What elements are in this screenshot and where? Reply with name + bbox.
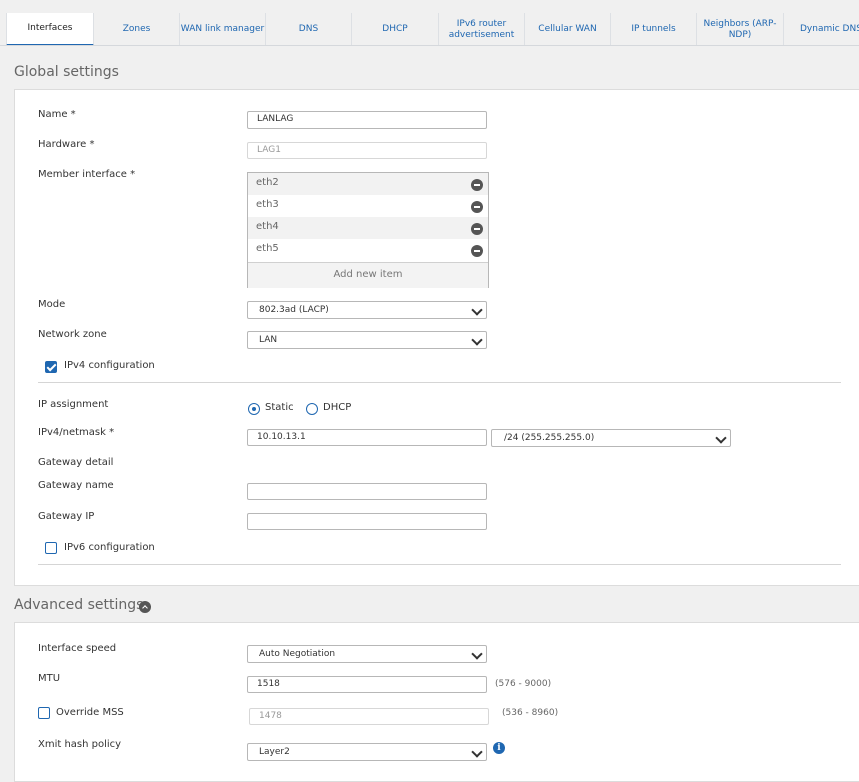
tab-interfaces[interactable]: Interfaces (6, 13, 94, 46)
override-mss-label: Override MSS (56, 707, 124, 718)
chevron-down-icon (471, 746, 483, 758)
mtu-label: MTU (38, 673, 61, 684)
tab-dhcp[interactable]: DHCP (352, 13, 439, 46)
advanced-settings-title: Advanced settings (14, 597, 144, 613)
chevron-down-icon (715, 432, 727, 444)
tab-divider (0, 45, 859, 46)
remove-icon[interactable] (471, 179, 483, 191)
mss-range-hint: (536 - 8960) (502, 708, 559, 718)
mode-select[interactable]: 802.3ad (LACP) (247, 301, 487, 319)
gateway-name-label: Gateway name (38, 480, 114, 491)
member-item: eth2 (248, 173, 488, 195)
netmask-value: /24 (255.255.255.0) (504, 433, 595, 443)
gateway-ip-input[interactable] (247, 513, 487, 530)
divider (38, 382, 841, 383)
name-label: Name * (38, 109, 76, 120)
chevron-down-icon (471, 648, 483, 660)
network-zone-label: Network zone (38, 329, 107, 340)
network-zone-value: LAN (259, 335, 278, 345)
member-item: eth5 (248, 239, 488, 261)
interface-speed-select[interactable]: Auto Negotiation (247, 645, 487, 663)
add-new-item-button[interactable]: Add new item (248, 262, 488, 288)
ipv4-address-input[interactable]: 10.10.13.1 (247, 429, 487, 446)
member-interface-label: Member interface * (38, 169, 136, 180)
dhcp-radio[interactable] (306, 403, 318, 415)
divider (38, 564, 841, 565)
global-settings-title: Global settings (14, 64, 119, 80)
gateway-ip-label: Gateway IP (38, 511, 95, 522)
xmit-hash-policy-select[interactable]: Layer2 (247, 743, 487, 761)
override-mss-checkbox[interactable] (38, 707, 50, 719)
static-radio[interactable] (248, 403, 260, 415)
ipv4-netmask-label: IPv4/netmask * (38, 427, 115, 438)
tab-ip-tunnels[interactable]: IP tunnels (611, 13, 697, 46)
ip-assignment-label: IP assignment (38, 399, 109, 410)
member-item: eth3 (248, 195, 488, 217)
ipv6-config-label: IPv6 configuration (64, 542, 155, 553)
chevron-down-icon (471, 334, 483, 346)
chevron-down-icon (471, 304, 483, 316)
tab-dns[interactable]: DNS (266, 13, 352, 46)
mode-label: Mode (38, 299, 66, 310)
mss-input: 1478 (249, 708, 489, 725)
member-interface-list: eth2 eth3 eth4 eth5 Add new item (247, 172, 489, 288)
gateway-detail-label: Gateway detail (38, 457, 114, 468)
mode-value: 802.3ad (LACP) (259, 305, 329, 315)
tab-ipv6-router-advertisement[interactable]: IPv6 router advertisement (439, 13, 525, 46)
member-name: eth4 (256, 221, 279, 232)
tab-cellular-wan[interactable]: Cellular WAN (525, 13, 611, 46)
tab-bar: Interfaces Zones WAN link manager DNS DH… (0, 0, 859, 46)
xmit-hash-policy-value: Layer2 (259, 747, 290, 757)
tab-dynamic-dns[interactable]: Dynamic DNS (784, 13, 859, 46)
mtu-range-hint: (576 - 9000) (495, 679, 552, 689)
interface-speed-label: Interface speed (38, 643, 117, 654)
member-name: eth3 (256, 199, 279, 210)
member-item: eth4 (248, 217, 488, 239)
collapse-icon[interactable] (139, 601, 151, 613)
ipv4-config-checkbox[interactable] (45, 361, 57, 373)
mtu-input[interactable]: 1518 (247, 676, 487, 693)
dhcp-label: DHCP (323, 402, 352, 413)
name-input[interactable]: LANLAG (247, 111, 487, 129)
hardware-input: LAG1 (247, 142, 487, 159)
ipv4-config-label: IPv4 configuration (64, 360, 155, 371)
member-name: eth5 (256, 243, 279, 254)
info-icon[interactable]: i (493, 742, 505, 754)
tab-zones[interactable]: Zones (94, 13, 180, 46)
remove-icon[interactable] (471, 245, 483, 257)
xmit-hash-policy-label: Xmit hash policy (38, 739, 122, 750)
interface-speed-value: Auto Negotiation (259, 649, 336, 659)
gateway-name-input[interactable] (247, 483, 487, 500)
member-name: eth2 (256, 177, 279, 188)
netmask-select[interactable]: /24 (255.255.255.0) (491, 429, 731, 447)
tab-wan-link-manager[interactable]: WAN link manager (180, 13, 266, 46)
remove-icon[interactable] (471, 223, 483, 235)
ipv6-config-checkbox[interactable] (45, 542, 57, 554)
remove-icon[interactable] (471, 201, 483, 213)
tab-neighbors[interactable]: Neighbors (ARP-NDP) (697, 13, 784, 46)
hardware-label: Hardware * (38, 139, 95, 150)
static-label: Static (265, 402, 294, 413)
network-zone-select[interactable]: LAN (247, 331, 487, 349)
